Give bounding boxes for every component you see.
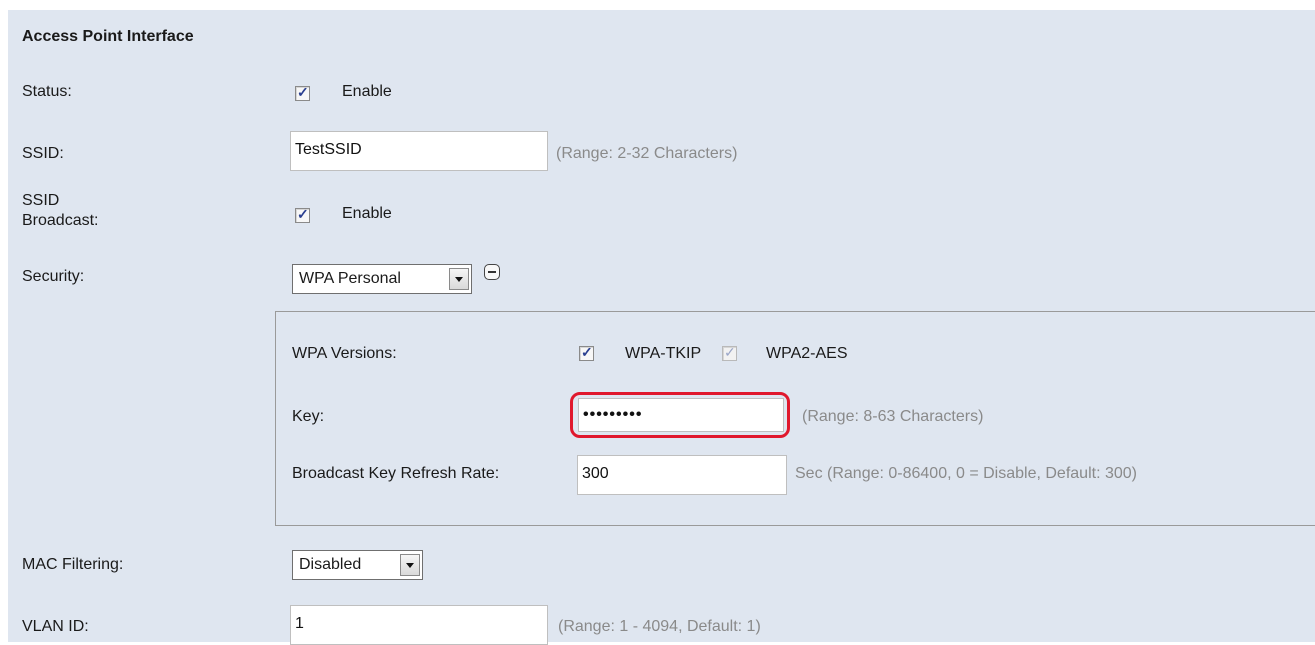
ssid-broadcast-label-line2: Broadcast:	[22, 212, 99, 229]
broadcast-key-refresh-label: Broadcast Key Refresh Rate:	[292, 465, 500, 482]
checkmark-icon: ✓	[724, 344, 736, 360]
wpa-versions-label: WPA Versions:	[292, 345, 397, 362]
vlan-id-input[interactable]: 1	[290, 605, 548, 645]
security-label: Security:	[22, 268, 85, 285]
wpa2-aes-checkbox[interactable]: ✓	[722, 344, 737, 361]
key-range-hint: (Range: 8-63 Characters)	[802, 408, 984, 425]
checkmark-icon: ✓	[297, 206, 309, 222]
collapse-icon[interactable]	[484, 264, 500, 280]
status-label: Status:	[22, 83, 72, 100]
security-select[interactable]: WPA Personal	[292, 264, 472, 294]
vlan-id-range-hint: (Range: 1 - 4094, Default: 1)	[558, 618, 761, 635]
wpa2-aes-label: WPA2-AES	[766, 345, 848, 362]
wpa-tkip-label: WPA-TKIP	[625, 345, 702, 362]
key-highlight-outline	[570, 392, 790, 438]
chevron-down-icon[interactable]	[449, 268, 469, 290]
broadcast-key-refresh-input[interactable]: 300	[577, 455, 787, 495]
security-selected-value: WPA Personal	[299, 270, 401, 287]
checkmark-icon: ✓	[297, 84, 309, 100]
mac-filtering-selected-value: Disabled	[299, 556, 362, 573]
mac-filtering-label: MAC Filtering:	[22, 556, 124, 573]
section-title: Access Point Interface	[22, 28, 194, 45]
ssid-input[interactable]: TestSSID	[290, 131, 548, 171]
ssid-label: SSID:	[22, 145, 64, 162]
wpa-settings-box	[275, 311, 1315, 526]
ssid-broadcast-label-line1: SSID	[22, 192, 60, 209]
key-label: Key:	[292, 408, 325, 425]
vlan-id-label: VLAN ID:	[22, 618, 89, 635]
chevron-down-icon[interactable]	[400, 554, 420, 576]
checkmark-icon: ✓	[581, 344, 593, 360]
mac-filtering-select[interactable]: Disabled	[292, 550, 423, 580]
ssid-range-hint: (Range: 2-32 Characters)	[556, 145, 738, 162]
wpa-tkip-checkbox[interactable]: ✓	[579, 344, 594, 361]
status-enable-checkbox[interactable]: ✓	[295, 84, 310, 101]
ssid-broadcast-enable-checkbox[interactable]: ✓	[295, 206, 310, 223]
status-enable-label: Enable	[342, 83, 392, 100]
ssid-broadcast-enable-label: Enable	[342, 205, 392, 222]
broadcast-key-refresh-hint: Sec (Range: 0-86400, 0 = Disable, Defaul…	[795, 465, 1137, 482]
